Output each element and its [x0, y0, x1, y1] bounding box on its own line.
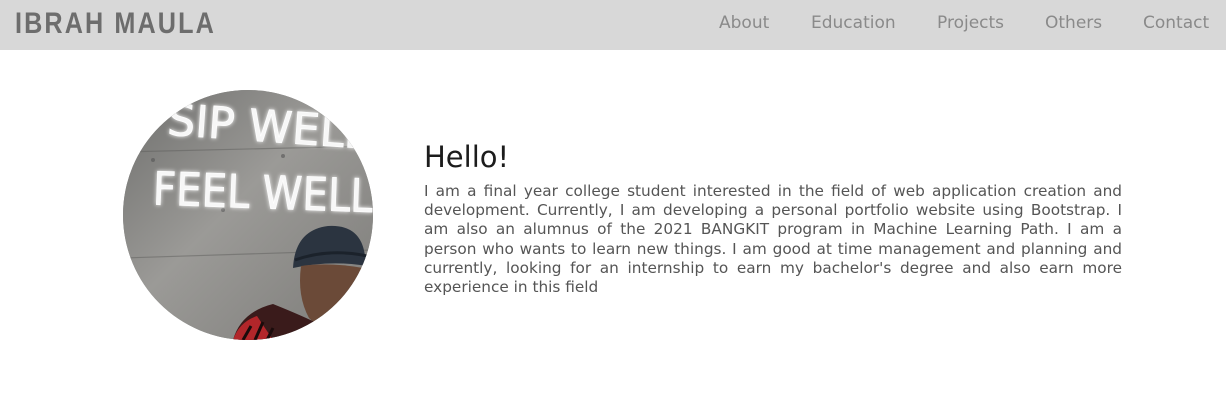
- nav-link-projects[interactable]: Projects: [937, 12, 1004, 34]
- bio-paragraph: I am a final year college student intere…: [424, 182, 1122, 297]
- nav-link-contact[interactable]: Contact: [1143, 12, 1209, 34]
- nav-link-education[interactable]: Education: [811, 12, 896, 34]
- hero-heading: Hello!: [424, 140, 510, 174]
- nav-link-others[interactable]: Others: [1045, 12, 1102, 34]
- profile-photo-illustration: SIP WELL, FEEL WELL: [123, 90, 373, 340]
- nav-link-about[interactable]: About: [719, 12, 769, 34]
- neon-sign-line2: FEEL WELL: [152, 162, 373, 224]
- brand-logo[interactable]: IBRAH MAULA: [15, 6, 216, 42]
- profile-photo: SIP WELL, FEEL WELL: [123, 90, 373, 340]
- navbar: IBRAH MAULA About Education Projects Oth…: [0, 0, 1226, 50]
